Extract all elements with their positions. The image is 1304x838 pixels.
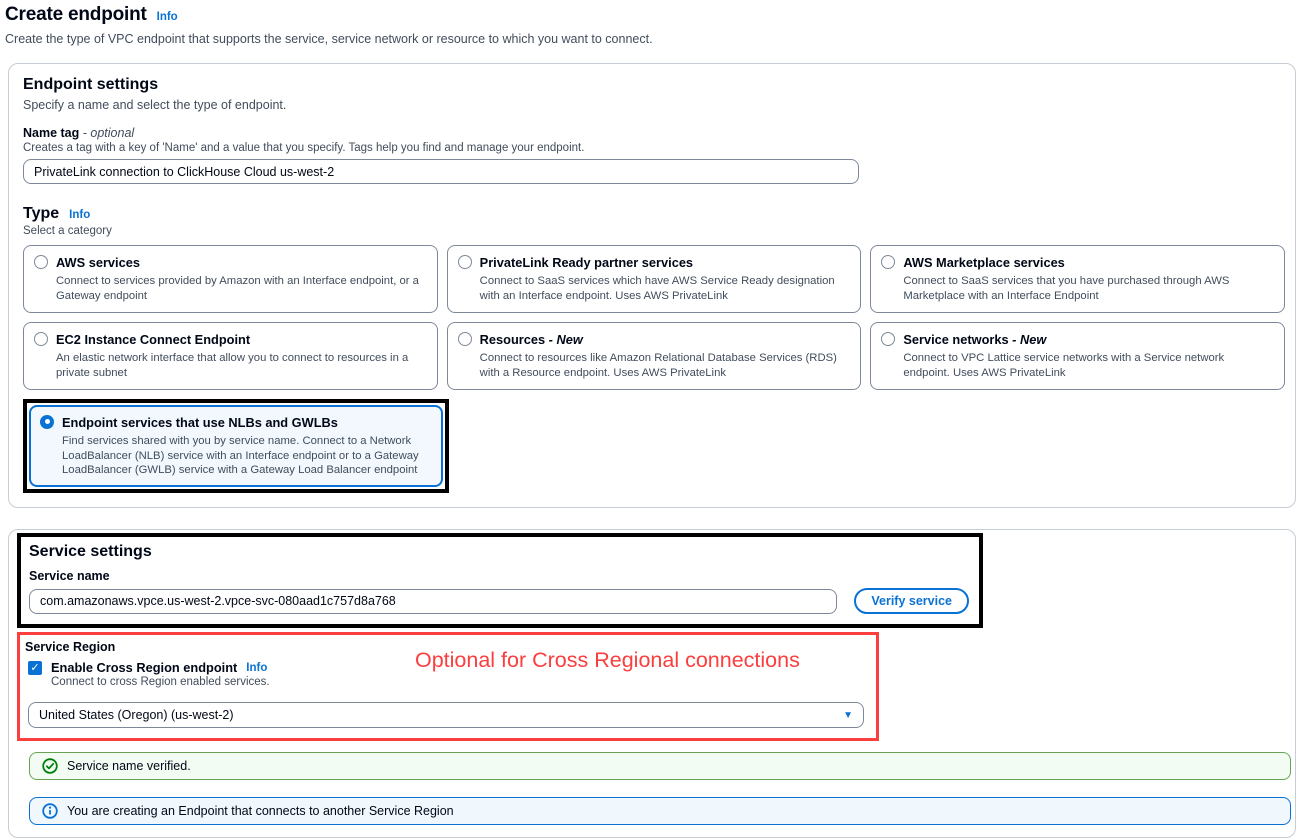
tile-title: Service networks - New: [903, 332, 1046, 347]
name-tag-label: Name tag - optional: [23, 126, 1275, 140]
service-verified-banner: Service name verified.: [29, 752, 1291, 780]
tile-description: Connect to SaaS services which have AWS …: [480, 274, 849, 304]
type-description: Select a category: [23, 225, 1275, 237]
radio-icon[interactable]: [881, 332, 895, 346]
chevron-down-icon: ▼: [843, 710, 853, 721]
name-tag-optional: - optional: [79, 126, 134, 140]
type-info-link[interactable]: Info: [69, 209, 90, 221]
service-settings-card: Service settings Service name Verify ser…: [8, 529, 1296, 838]
page-description: Create the type of VPC endpoint that sup…: [5, 32, 1296, 46]
tile-description: Connect to VPC Lattice service networks …: [903, 351, 1272, 381]
create-endpoint-page: Create endpoint Info Create the type of …: [0, 0, 1304, 838]
new-badge: - New: [545, 332, 583, 347]
service-region-annotation-box: Service Region ✓ Enable Cross Region end…: [17, 632, 879, 741]
service-name-input[interactable]: [29, 589, 837, 614]
endpoint-settings-card: Endpoint settings Specify a name and sel…: [8, 63, 1296, 508]
tile-title: Resources - New: [480, 332, 583, 347]
tile-description: An elastic network interface that allow …: [56, 351, 425, 381]
tile-description: Connect to resources like Amazon Relatio…: [480, 351, 849, 381]
endpoint-settings-heading: Endpoint settings: [23, 76, 1275, 94]
cross-region-checkbox-label: Enable Cross Region endpoint: [51, 660, 237, 675]
cross-region-info-link[interactable]: Info: [246, 662, 267, 674]
tile-description: Connect to services provided by Amazon w…: [56, 274, 425, 304]
service-verified-text: Service name verified.: [67, 759, 191, 773]
page-info-link[interactable]: Info: [157, 11, 178, 23]
radio-icon[interactable]: [458, 255, 472, 269]
type-label: Type: [23, 205, 59, 223]
endpoint-settings-description: Specify a name and select the type of en…: [23, 98, 1275, 112]
cross-region-description: Connect to cross Region enabled services…: [51, 676, 866, 688]
tile-description: Find services shared with you by service…: [62, 434, 430, 479]
name-tag-description: Creates a tag with a key of 'Name' and a…: [23, 142, 1275, 154]
success-check-icon: [42, 758, 58, 774]
radio-selected-icon[interactable]: [40, 415, 54, 429]
new-badge: - New: [1009, 332, 1047, 347]
radio-icon[interactable]: [458, 332, 472, 346]
tile-title: EC2 Instance Connect Endpoint: [56, 332, 250, 347]
cross-region-notice-text: You are creating an Endpoint that connec…: [67, 804, 454, 818]
cross-region-checkbox[interactable]: ✓: [28, 661, 42, 675]
tile-title: Endpoint services that use NLBs and GWLB…: [62, 415, 338, 430]
type-options-grid: AWS services Connect to services provide…: [23, 245, 1285, 390]
name-tag-input[interactable]: [23, 159, 859, 184]
tile-aws-services[interactable]: AWS services Connect to services provide…: [23, 245, 438, 313]
service-settings-annotation-box: Service settings Service name Verify ser…: [17, 533, 983, 628]
service-name-label: Service name: [29, 569, 969, 583]
tile-title: AWS services: [56, 255, 140, 270]
cross-region-notice-banner: You are creating an Endpoint that connec…: [29, 797, 1291, 825]
radio-icon[interactable]: [34, 255, 48, 269]
tile-endpoint-services-nlb-gwlb[interactable]: Endpoint services that use NLBs and GWLB…: [29, 405, 443, 488]
page-title: Create endpoint: [5, 4, 147, 26]
info-icon: [42, 803, 58, 819]
tile-ec2-instance-connect-endpoint[interactable]: EC2 Instance Connect Endpoint An elastic…: [23, 322, 438, 390]
tile-title: AWS Marketplace services: [903, 255, 1064, 270]
tile-aws-marketplace-services[interactable]: AWS Marketplace services Connect to SaaS…: [870, 245, 1285, 313]
page-header: Create endpoint Info Create the type of …: [4, 4, 1296, 46]
cross-region-annotation-text: Optional for Cross Regional connections: [415, 648, 800, 673]
tile-resources[interactable]: Resources - New Connect to resources lik…: [447, 322, 862, 390]
verify-service-button[interactable]: Verify service: [854, 588, 969, 614]
tile-service-networks[interactable]: Service networks - New Connect to VPC La…: [870, 322, 1285, 390]
region-select-value: United States (Oregon) (us-west-2): [39, 708, 234, 722]
selected-option-annotation-box: Endpoint services that use NLBs and GWLB…: [23, 399, 449, 494]
tile-description: Connect to SaaS services that you have p…: [903, 274, 1272, 304]
tile-privatelink-ready-partner-services[interactable]: PrivateLink Ready partner services Conne…: [447, 245, 862, 313]
radio-icon[interactable]: [881, 255, 895, 269]
tile-title: PrivateLink Ready partner services: [480, 255, 693, 270]
service-settings-heading: Service settings: [29, 543, 969, 561]
radio-icon[interactable]: [34, 332, 48, 346]
region-select[interactable]: United States (Oregon) (us-west-2) ▼: [28, 702, 864, 728]
